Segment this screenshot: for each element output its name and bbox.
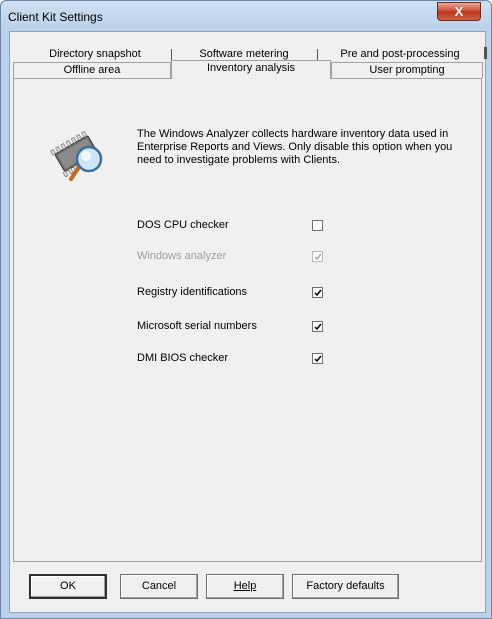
tab-label: Directory snapshot [49,48,141,60]
tab-pre-post-processing[interactable]: Pre and post-processing [317,47,483,63]
checkmark-icon [314,253,322,261]
help-button-label: Help [233,580,257,592]
tab-offline-area[interactable]: Offline area [13,62,171,78]
tab-user-prompting[interactable]: User prompting [331,62,483,78]
registry-identifications-checkbox[interactable] [312,287,323,298]
dialog-window: Client Kit Settings X Directory snapshot… [0,0,492,619]
tab-directory-snapshot[interactable]: Directory snapshot [19,47,171,63]
tab-label: Software metering [199,48,289,60]
microsoft-serial-numbers-label: Microsoft serial numbers [137,320,257,332]
cancel-button[interactable]: Cancel [120,574,198,599]
help-button[interactable]: Help [206,574,284,599]
factory-defaults-button[interactable]: Factory defaults [292,574,399,599]
registry-identifications-label: Registry identifications [137,286,248,298]
window-title: Client Kit Settings [8,10,103,24]
windows-analyzer-checkbox[interactable] [312,251,323,262]
tab-row-edge [484,47,487,59]
dos-cpu-checker-label: DOS CPU checker [137,219,229,231]
tab-label: User prompting [369,64,445,76]
description-text: The Windows Analyzer collects hardware i… [137,128,453,166]
tab-label: Inventory analysis [206,62,296,74]
close-button[interactable]: X [437,2,481,21]
title-bar[interactable]: Client Kit Settings X [1,1,491,31]
microsoft-serial-numbers-checkbox[interactable] [312,321,323,332]
windows-analyzer-label: Windows analyzer [137,250,227,262]
tab-inventory-analysis[interactable]: Inventory analysis [171,60,331,79]
tab-label: Offline area [63,64,121,76]
tab-label: Pre and post-processing [340,48,460,60]
checkmark-icon [314,323,322,331]
checkmark-icon [314,289,322,297]
dos-cpu-checker-checkbox[interactable] [312,220,323,231]
close-icon: X [454,4,464,19]
checkmark-icon [314,355,322,363]
ok-button[interactable]: OK [29,574,107,599]
dmi-bios-checker-label: DMI BIOS checker [137,352,229,364]
inventory-magnifier-icon [49,127,109,183]
dmi-bios-checker-checkbox[interactable] [312,353,323,364]
